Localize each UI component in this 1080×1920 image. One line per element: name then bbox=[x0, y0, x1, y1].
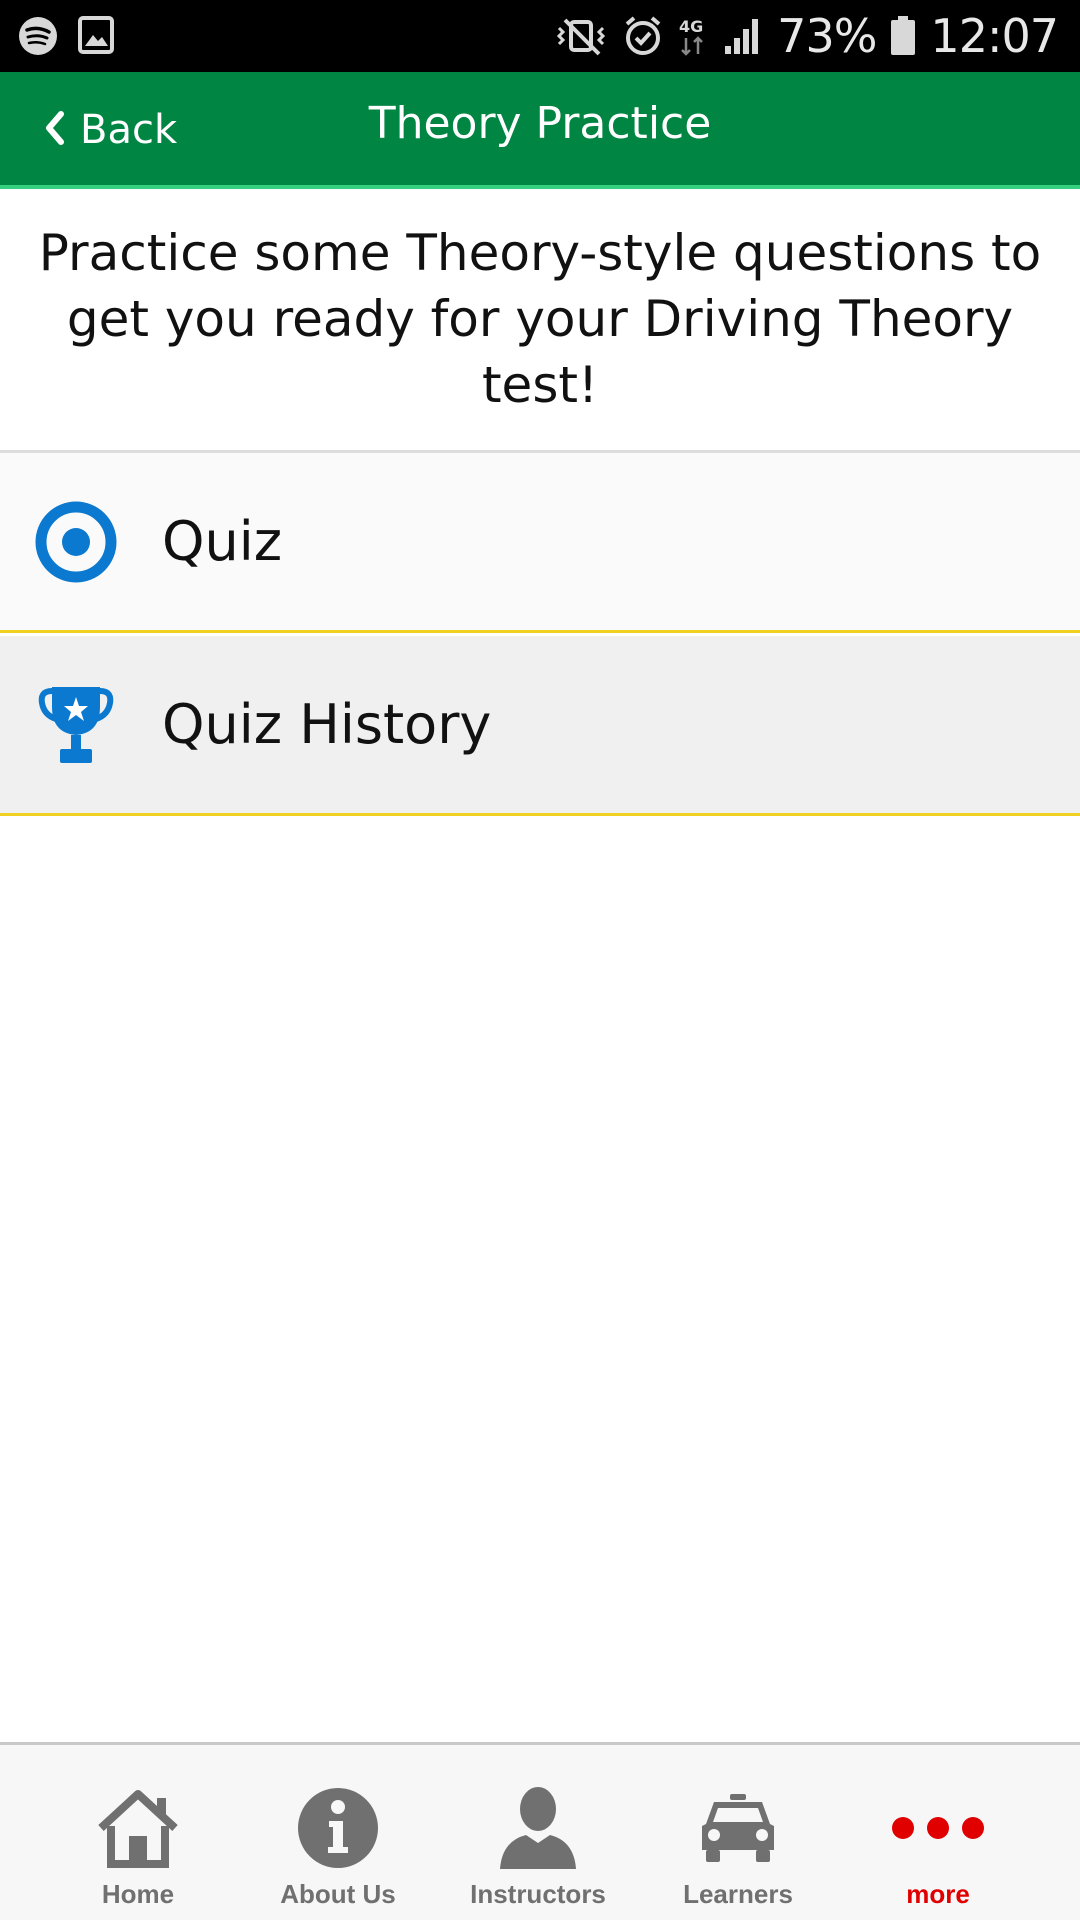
bottom-nav: Home About Us Instructors Learners more bbox=[0, 1742, 1080, 1920]
nav-item-more[interactable]: more bbox=[838, 1745, 1038, 1920]
nav-item-about-us[interactable]: About Us bbox=[238, 1745, 438, 1920]
page-title: Theory Practice bbox=[368, 98, 712, 149]
status-bar: 4G 73% 12:07 bbox=[0, 0, 1080, 72]
list-item-quiz-history[interactable]: Quiz History bbox=[0, 636, 1080, 816]
intro-text: Practice some Theory-style questions to … bbox=[38, 224, 1042, 414]
trophy-icon bbox=[32, 681, 120, 769]
alarm-icon bbox=[623, 14, 663, 58]
nav-label: Home bbox=[101, 1879, 175, 1909]
network-4g-icon: 4G bbox=[677, 14, 709, 58]
list-item-label: Quiz bbox=[162, 510, 283, 573]
svg-text:4G: 4G bbox=[679, 17, 703, 36]
status-left bbox=[18, 16, 114, 60]
nav-item-home[interactable]: Home bbox=[38, 1745, 238, 1920]
more-dots-icon bbox=[888, 1783, 988, 1873]
nav-label: Learners bbox=[683, 1879, 793, 1909]
person-icon bbox=[496, 1783, 580, 1873]
signal-icon bbox=[723, 16, 763, 56]
nav-item-learners[interactable]: Learners bbox=[638, 1745, 838, 1920]
list-item-label: Quiz History bbox=[162, 693, 492, 756]
nav-item-instructors[interactable]: Instructors bbox=[438, 1745, 638, 1920]
clock: 12:07 bbox=[930, 9, 1059, 63]
nav-label: more bbox=[906, 1879, 970, 1909]
app-header: Back Theory Practice bbox=[0, 72, 1080, 189]
home-icon bbox=[95, 1783, 181, 1873]
battery-percent: 73% bbox=[777, 9, 877, 63]
spotify-icon bbox=[18, 16, 58, 60]
screen: 4G 73% 12:07 Back Theory Practice Practi… bbox=[0, 0, 1080, 1920]
status-right: 4G 73% 12:07 bbox=[553, 0, 1059, 72]
nav-label: About Us bbox=[280, 1879, 396, 1909]
vibrate-mute-icon bbox=[553, 14, 609, 58]
target-icon bbox=[32, 498, 120, 586]
nav-label: Instructors bbox=[470, 1879, 606, 1909]
info-icon bbox=[297, 1783, 379, 1873]
car-icon bbox=[700, 1783, 776, 1873]
gallery-icon bbox=[78, 16, 114, 60]
battery-icon bbox=[890, 16, 916, 56]
list-item-quiz[interactable]: Quiz bbox=[0, 453, 1080, 633]
